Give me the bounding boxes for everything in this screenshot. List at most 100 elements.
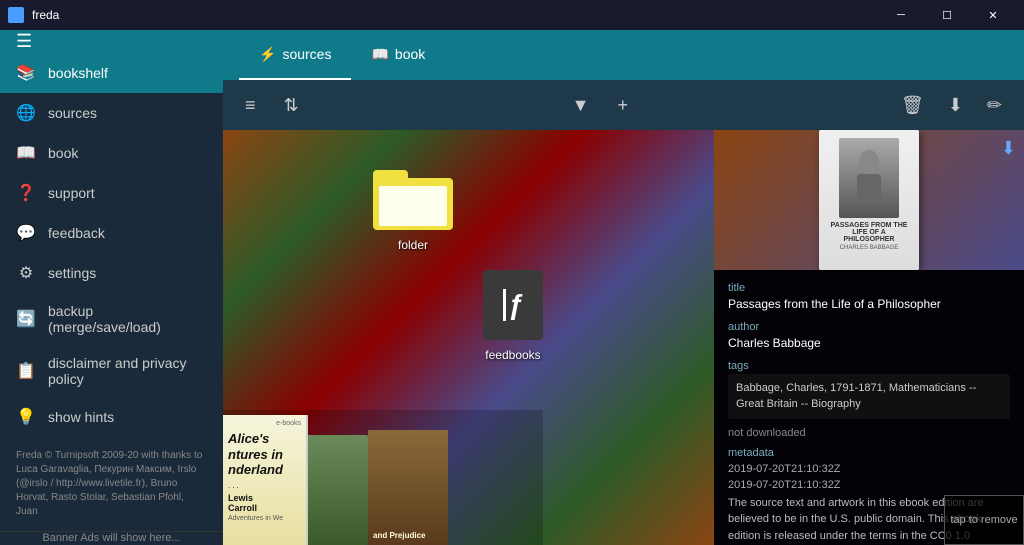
title-bar: freda ─ ☐ ✕	[0, 0, 1024, 30]
feedbooks-label: feedbooks	[485, 348, 540, 362]
delete-button[interactable]: 🗑	[895, 91, 930, 120]
gear-icon: ⚙	[16, 263, 36, 283]
tab-sources[interactable]: ⚡ sources	[239, 30, 351, 80]
edit-button[interactable]: ✏	[981, 91, 1008, 120]
sidebar-item-feedback[interactable]: 💬 feedback	[0, 213, 223, 253]
disclaimer-icon: 📋	[16, 361, 36, 381]
sidebar-item-support-label: support	[48, 185, 95, 201]
delete-icon: 🗑	[901, 95, 924, 115]
window-controls: ─ ☐ ✕	[878, 0, 1016, 30]
sidebar-item-sources[interactable]: 🌐 sources	[0, 93, 223, 133]
book-icon: 📖	[16, 143, 36, 163]
sidebar-item-settings-label: settings	[48, 265, 96, 281]
sidebar-item-support[interactable]: ❓ support	[0, 173, 223, 213]
add-button[interactable]: +	[611, 91, 634, 120]
app-container: ☰ 📚 bookshelf 🌐 sources 📖 book ❓ support…	[0, 30, 1024, 545]
tab-book[interactable]: 📖 book	[351, 30, 445, 80]
toolbar-right: 🗑 ⬇ ✏	[895, 91, 1008, 120]
alice-overlap-book	[308, 435, 368, 545]
download-button[interactable]: ⬇	[942, 91, 969, 120]
sidebar-item-book-label: book	[48, 145, 78, 161]
content-area: ⚡ sources 📖 book ≡ ⇅ ▼ +	[223, 30, 1024, 545]
banner-bar: Banner Ads will show here...	[0, 531, 223, 545]
author-label: author	[728, 321, 1010, 333]
globe-icon: 🌐	[16, 103, 36, 123]
sidebar-item-book[interactable]: 📖 book	[0, 133, 223, 173]
alice-subtitle: Adventures in We	[228, 515, 301, 522]
alice-title: Alice'sntures innderland	[228, 431, 301, 478]
folder-label: folder	[398, 238, 428, 252]
tags-value: Babbage, Charles, 1791-1871, Mathematici…	[728, 374, 1010, 419]
sidebar-item-disclaimer-label: disclaimer and privacy policy	[48, 355, 207, 387]
author-value: Charles Babbage	[728, 335, 1010, 352]
filter-icon: ▼	[572, 95, 590, 115]
sidebar-item-disclaimer[interactable]: 📋 disclaimer and privacy policy	[0, 345, 223, 397]
folder-inner	[379, 186, 447, 226]
app-icon	[8, 7, 24, 23]
maximize-button[interactable]: ☐	[924, 0, 970, 30]
close-button[interactable]: ✕	[970, 0, 1016, 30]
download-arrow-icon: ⬇	[1001, 138, 1016, 159]
title-value: Passages from the Life of a Philosopher	[728, 296, 1010, 313]
hamburger-icon[interactable]: ☰	[16, 31, 32, 52]
book-tab-icon: 📖	[371, 46, 388, 63]
book-thumb-inner: PASSAGES FROM THELIFE OF A PHILOSOPHER C…	[819, 130, 919, 270]
footer-text: Freda © Turnipsoft 2009-20 with thanks t…	[16, 450, 202, 517]
source-item-folder[interactable]: folder	[373, 170, 453, 252]
question-icon: ❓	[16, 183, 36, 203]
sidebar-footer: Freda © Turnipsoft 2009-20 with thanks t…	[0, 437, 223, 531]
sidebar-item-bookshelf[interactable]: 📚 bookshelf	[0, 53, 223, 93]
right-panel: ⬇	[714, 130, 1024, 545]
source-item-feedbooks[interactable]: ƒ feedbooks	[483, 270, 543, 362]
filter-button[interactable]: ▼	[566, 91, 596, 120]
app-title: freda	[32, 8, 59, 22]
tap-remove-label: tap to remove	[950, 513, 1017, 527]
sidebar-item-hints-label: show hints	[48, 409, 114, 425]
hints-icon: 💡	[16, 407, 36, 427]
sources-tab-icon: ⚡	[259, 46, 276, 63]
list-icon: ≡	[245, 95, 256, 115]
thumb-book-title: PASSAGES FROM THELIFE OF A PHILOSOPHER	[827, 222, 911, 243]
sidebar-header: ☰	[0, 30, 223, 53]
alice-publisher: e-books	[228, 420, 301, 427]
books-strip: e-books Alice'sntures innderland ... Lew…	[223, 410, 543, 545]
main-content: folder ƒ feedbooks	[223, 130, 1024, 545]
date1: 2019-07-20T21:10:32Z	[728, 463, 1010, 475]
prejudice-title: and Prejudice	[373, 531, 443, 540]
alice-author: LewisCarroll	[228, 493, 301, 513]
toolbar: ≡ ⇅ ▼ + 🗑 ⬇ ✏	[223, 80, 1024, 130]
not-downloaded-status: not downloaded	[728, 427, 1010, 439]
book-grid: folder ƒ feedbooks	[223, 130, 714, 545]
alice-book-cover[interactable]: e-books Alice'sntures innderland ... Lew…	[223, 415, 308, 545]
sidebar-item-feedback-label: feedback	[48, 225, 105, 241]
book-cover-person	[839, 138, 899, 218]
top-nav: ⚡ sources 📖 book	[223, 30, 1024, 80]
sidebar-item-sources-label: sources	[48, 105, 97, 121]
sort-icon: ⇅	[284, 95, 299, 115]
title-bar-left: freda	[8, 7, 59, 23]
add-icon: +	[617, 95, 628, 115]
book-thumbnail: PASSAGES FROM THELIFE OF A PHILOSOPHER C…	[819, 130, 919, 270]
sidebar-item-hints[interactable]: 💡 show hints	[0, 397, 223, 437]
book-thumbnail-area: ⬇	[714, 130, 1024, 270]
backup-icon: 🔄	[16, 309, 36, 329]
sidebar: ☰ 📚 bookshelf 🌐 sources 📖 book ❓ support…	[0, 30, 223, 545]
title-label: title	[728, 282, 1010, 294]
sidebar-item-backup[interactable]: 🔄 backup (merge/save/load)	[0, 293, 223, 345]
edit-icon: ✏	[987, 95, 1002, 115]
sidebar-item-bookshelf-label: bookshelf	[48, 65, 108, 81]
download-icon: ⬇	[948, 95, 963, 115]
minimize-button[interactable]: ─	[878, 0, 924, 30]
banner-text: Banner Ads will show here...	[42, 532, 180, 544]
sort-button[interactable]: ⇅	[278, 91, 305, 120]
tap-to-remove-button[interactable]: tap to remove	[944, 495, 1024, 545]
prejudice-book-cover[interactable]: and Prejudice	[368, 430, 448, 545]
sidebar-item-settings[interactable]: ⚙ settings	[0, 253, 223, 293]
sidebar-item-backup-label: backup (merge/save/load)	[48, 303, 207, 335]
bookshelf-icon: 📚	[16, 63, 36, 83]
list-view-button[interactable]: ≡	[239, 91, 262, 120]
folder-icon	[373, 170, 453, 230]
metadata-section-label: metadata	[728, 447, 1010, 459]
person-svg	[849, 148, 889, 208]
date2: 2019-07-20T21:10:32Z	[728, 479, 1010, 491]
